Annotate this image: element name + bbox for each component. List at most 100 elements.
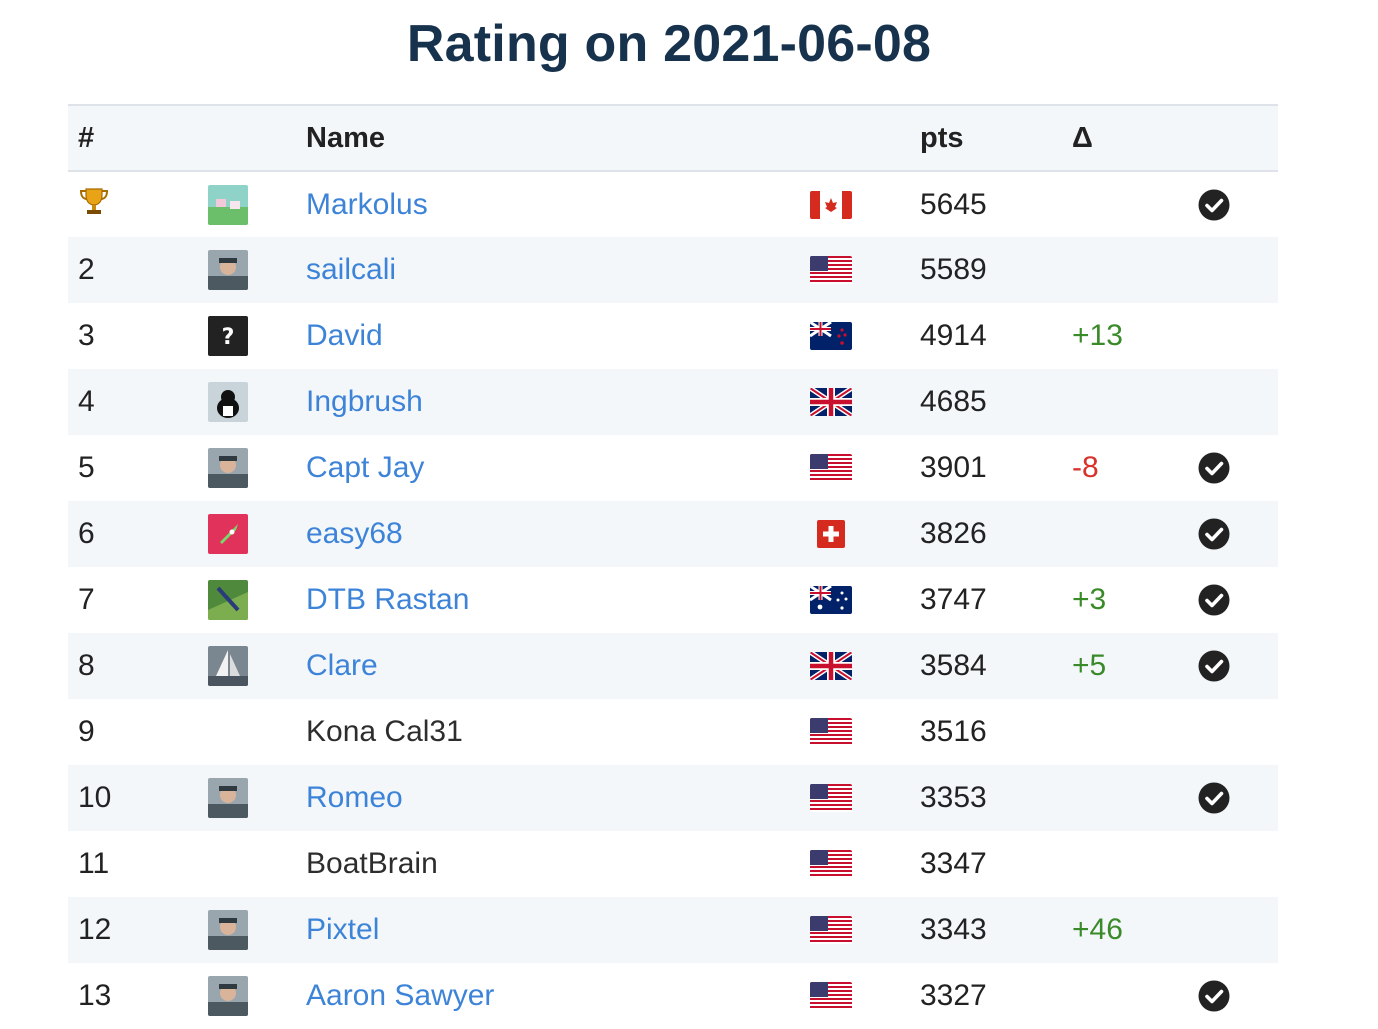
rating-change: +13 xyxy=(1072,319,1123,352)
table-header-row: # Name pts Δ xyxy=(68,104,1278,172)
svg-text:?: ? xyxy=(222,325,235,350)
avatar-cell xyxy=(208,963,306,1029)
flag-us-icon xyxy=(810,850,852,878)
avatar-cell xyxy=(208,897,306,963)
player-name-link[interactable]: Pixtel xyxy=(306,913,379,946)
flag-cell xyxy=(810,435,920,501)
flag-cell xyxy=(810,699,920,765)
delta-cell xyxy=(1072,501,1198,567)
verified-cell xyxy=(1198,963,1278,1029)
points-cell: 4914 xyxy=(920,319,987,352)
verified-check-icon xyxy=(1198,452,1230,484)
rank-cell xyxy=(68,171,208,237)
rank-number: 11 xyxy=(78,847,110,880)
table-row: 13 Aaron Sawyer 3327 xyxy=(68,963,1278,1029)
verified-check-icon xyxy=(1198,584,1230,616)
flag-us-icon xyxy=(810,916,852,944)
table-row: 4 Ingbrush 4685 xyxy=(68,369,1278,435)
points-cell: 3327 xyxy=(920,979,987,1012)
rank-cell: 3 xyxy=(68,303,208,369)
delta-cell: -8 xyxy=(1072,435,1198,501)
rank-number: 8 xyxy=(78,649,95,682)
name-cell: Aaron Sawyer xyxy=(306,963,810,1029)
verified-cell xyxy=(1198,237,1278,303)
rank-cell: 13 xyxy=(68,963,208,1029)
player-name-link[interactable]: Clare xyxy=(306,649,378,682)
flag-us-icon xyxy=(810,718,852,746)
verified-check-icon xyxy=(1198,189,1230,220)
name-column-header[interactable]: Name xyxy=(306,104,810,172)
avatar[interactable] xyxy=(208,778,248,818)
player-name-link[interactable]: Markolus xyxy=(306,188,428,221)
rank-column-header[interactable]: # xyxy=(68,104,208,172)
flag-nz-icon xyxy=(810,322,852,350)
flag-us-icon xyxy=(810,784,852,812)
avatar-cell: ? xyxy=(208,303,306,369)
avatar[interactable] xyxy=(208,976,248,1016)
avatar[interactable] xyxy=(208,646,248,686)
flag-cell xyxy=(810,171,920,237)
avatar[interactable] xyxy=(208,580,248,620)
verified-cell xyxy=(1198,435,1278,501)
delta-cell: +5 xyxy=(1072,633,1198,699)
table-row: 12 Pixtel 3343 +46 xyxy=(68,897,1278,963)
points-cell: 5645 xyxy=(920,187,987,221)
avatar[interactable] xyxy=(208,250,248,290)
rank-number: 6 xyxy=(78,517,95,550)
verified-cell xyxy=(1198,171,1278,237)
rank-number: 7 xyxy=(78,583,95,616)
avatar-cell xyxy=(208,633,306,699)
player-name-link[interactable]: Romeo xyxy=(306,781,403,814)
player-name-link[interactable]: sailcali xyxy=(306,253,396,286)
avatar-cell xyxy=(208,699,306,765)
avatar[interactable] xyxy=(208,910,248,950)
rank-number: 12 xyxy=(78,913,112,946)
avatar-cell xyxy=(208,237,306,303)
name-cell: Romeo xyxy=(306,765,810,831)
delta-cell xyxy=(1072,171,1198,237)
verified-check-icon xyxy=(1198,650,1230,682)
points-cell: 3747 xyxy=(920,583,987,616)
flag-cell xyxy=(810,831,920,897)
avatar[interactable] xyxy=(208,514,248,554)
flag-cell xyxy=(810,633,920,699)
flag-cell xyxy=(810,501,920,567)
player-name-link[interactable]: Aaron Sawyer xyxy=(306,979,494,1012)
name-cell: David xyxy=(306,303,810,369)
flag-cell xyxy=(810,567,920,633)
verified-cell xyxy=(1198,897,1278,963)
avatar-cell xyxy=(208,435,306,501)
rank-cell: 5 xyxy=(68,435,208,501)
name-cell: Pixtel xyxy=(306,897,810,963)
points-cell: 3826 xyxy=(920,517,987,550)
verified-check-icon xyxy=(1198,782,1230,814)
name-cell: Capt Jay xyxy=(306,435,810,501)
avatar[interactable]: ? xyxy=(208,316,248,356)
player-name-link[interactable]: Capt Jay xyxy=(306,451,424,484)
delta-cell: +3 xyxy=(1072,567,1198,633)
table-row: 6 easy68 3826 xyxy=(68,501,1278,567)
flag-cell xyxy=(810,369,920,435)
avatar[interactable] xyxy=(208,448,248,488)
flag-cell xyxy=(810,963,920,1029)
rank-number: 2 xyxy=(78,253,95,286)
verified-check-icon xyxy=(1198,518,1230,550)
player-name-link[interactable]: Ingbrush xyxy=(306,385,423,418)
player-name-link[interactable]: easy68 xyxy=(306,517,403,550)
flag-us-icon xyxy=(810,454,852,482)
avatar[interactable] xyxy=(208,184,248,225)
verified-cell xyxy=(1198,369,1278,435)
avatar[interactable] xyxy=(208,382,248,422)
player-name-link[interactable]: DTB Rastan xyxy=(306,583,469,616)
player-name-link[interactable]: David xyxy=(306,319,383,352)
flag-column-header xyxy=(810,104,920,172)
points-cell: 3901 xyxy=(920,451,987,484)
rank-cell: 10 xyxy=(68,765,208,831)
avatar-cell xyxy=(208,765,306,831)
points-cell: 3347 xyxy=(920,847,987,880)
table-row: 10 Romeo 3353 xyxy=(68,765,1278,831)
delta-column-header[interactable]: Δ xyxy=(1072,104,1198,172)
name-cell: easy68 xyxy=(306,501,810,567)
pts-column-header[interactable]: pts xyxy=(920,104,1072,172)
table-row: 3? David 4914 +13 xyxy=(68,303,1278,369)
